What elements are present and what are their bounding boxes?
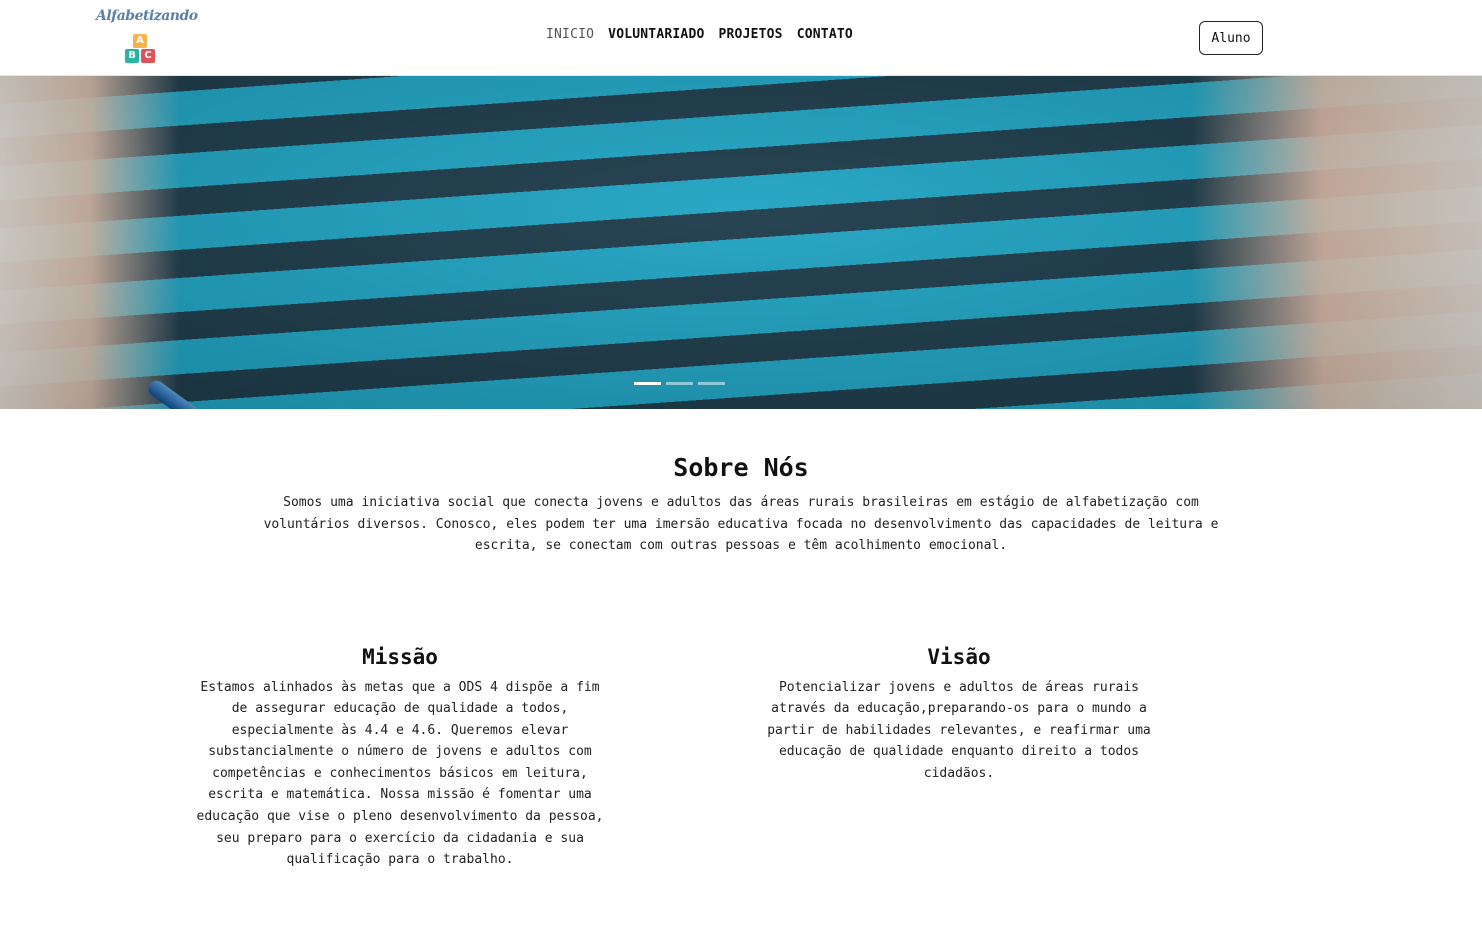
mission-title: Missão — [362, 644, 438, 669]
nav-item-inicio[interactable]: INICIO — [546, 27, 594, 42]
carousel-indicator-2[interactable] — [666, 382, 693, 385]
hero-carousel — [0, 76, 1482, 409]
main-nav: INICIO VOLUNTARIADO PROJETOS CONTATO — [546, 27, 853, 42]
brand-name: Alfabetizando — [96, 8, 198, 24]
carousel-indicator-3[interactable] — [698, 382, 725, 385]
carousel-indicator-1[interactable] — [634, 382, 661, 385]
logo-block-c: C — [141, 49, 155, 63]
aluno-login-button[interactable]: Aluno — [1199, 21, 1263, 55]
vision-text: Potencializar jovens e adultos de áreas … — [767, 679, 1151, 781]
about-section: Sobre Nós Somos uma iniciativa social qu… — [0, 409, 1482, 557]
mission-column: Missão Estamos alinhados às metas que a … — [190, 645, 610, 871]
mission-text: Estamos alinhados às metas que a ODS 4 d… — [196, 679, 604, 868]
hero-image — [0, 76, 1482, 409]
brand-logo[interactable]: Alfabetizando A B C — [96, 8, 198, 68]
mission-vision-section: Missão Estamos alinhados às metas que a … — [0, 645, 1482, 945]
about-title: Sobre Nós — [673, 453, 809, 482]
logo-block-b: B — [125, 49, 139, 63]
logo-block-a: A — [133, 34, 147, 48]
nav-item-voluntariado[interactable]: VOLUNTARIADO — [608, 27, 704, 42]
vision-column: Visão Potencializar jovens e adultos de … — [754, 645, 1164, 785]
carousel-indicators — [634, 382, 725, 385]
navbar: Alfabetizando A B C INICIO VOLUNTARIADO … — [0, 0, 1482, 76]
nav-item-projetos[interactable]: PROJETOS — [719, 27, 783, 42]
about-text: Somos uma iniciativa social que conecta … — [263, 495, 1219, 553]
vision-title: Visão — [927, 644, 991, 669]
nav-item-contato[interactable]: CONTATO — [797, 27, 853, 42]
